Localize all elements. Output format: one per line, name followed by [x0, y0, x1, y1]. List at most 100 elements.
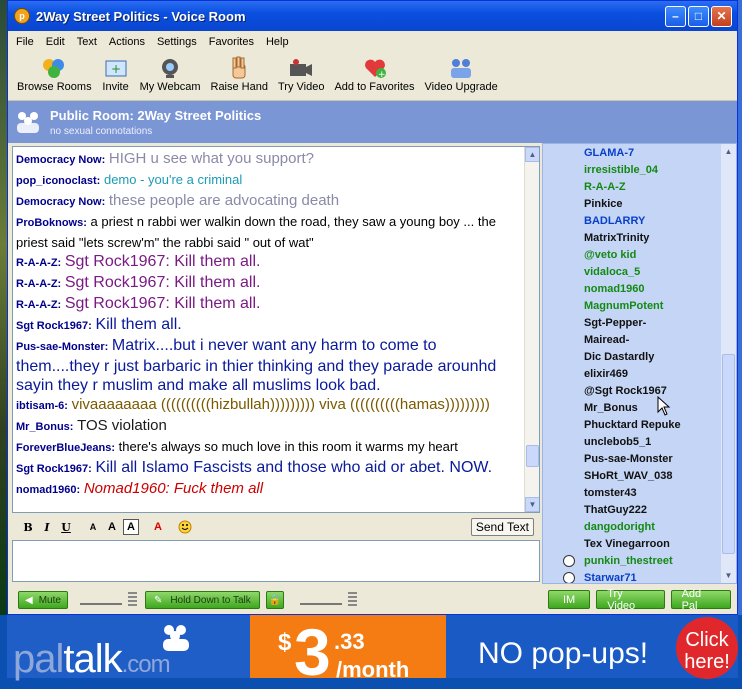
user-name: irresistible_04 — [584, 164, 658, 176]
user-list-item[interactable]: nomad1960 — [543, 281, 721, 298]
chat-message-nick[interactable]: pop_iconoclast: — [16, 175, 100, 187]
user-list-item[interactable]: Tex Vinegarroon — [543, 536, 721, 553]
user-list-item[interactable]: elixir469 — [543, 366, 721, 383]
user-list-item[interactable]: Dic Dastardly — [543, 349, 721, 366]
chat-message-nick[interactable]: ProBoknows: — [16, 217, 87, 229]
user-list-item[interactable]: R-A-A-Z — [543, 179, 721, 196]
hold-to-talk-button[interactable]: ✎ Hold Down to Talk — [144, 591, 260, 609]
user-list-item[interactable]: Mr_Bonus — [543, 400, 721, 417]
text-color-button[interactable]: A — [150, 519, 166, 535]
user-list-scrollbar[interactable]: ▲ ▼ — [721, 144, 736, 583]
send-text-button[interactable]: Send Text — [470, 518, 534, 536]
chat-message: Democracy Now: these people are advocati… — [16, 191, 522, 212]
menu-favorites[interactable]: Favorites — [203, 34, 260, 50]
user-list-item[interactable]: dangodoright — [543, 519, 721, 536]
menu-text[interactable]: Text — [71, 34, 103, 50]
my-webcam-button[interactable]: My Webcam — [135, 53, 206, 93]
window-title: 2Way Street Politics - Voice Room — [36, 8, 246, 24]
chat-message-nick[interactable]: nomad1960: — [16, 484, 80, 496]
invite-button[interactable]: + Invite — [97, 53, 135, 93]
chat-message-nick[interactable]: R-A-A-Z: — [16, 278, 61, 290]
minimize-button[interactable]: – — [665, 5, 686, 27]
speaker-volume-slider[interactable] — [79, 595, 122, 605]
user-list-item[interactable]: @Sgt Rock1967 — [543, 383, 721, 400]
chat-scrollbar[interactable]: ▲ ▼ — [524, 147, 539, 512]
menu-actions[interactable]: Actions — [103, 34, 151, 50]
talk-lock-button[interactable]: 🔒 — [265, 591, 284, 609]
user-list-item[interactable]: MagnumPotent — [543, 298, 721, 315]
svg-text:+: + — [111, 62, 121, 76]
chat-message-nick[interactable]: ForeverBlueJeans: — [16, 442, 115, 454]
user-list-item[interactable]: GLAMA-7 — [543, 145, 721, 162]
user-list-item[interactable]: tomster43 — [543, 485, 721, 502]
chat-message-nick[interactable]: R-A-A-Z: — [16, 299, 61, 311]
chat-message-nick[interactable]: R-A-A-Z: — [16, 257, 61, 269]
menu-help[interactable]: Help — [260, 34, 295, 50]
user-list-item[interactable]: punkin_thestreet — [543, 553, 721, 570]
user-list-item[interactable]: unclebob5_1 — [543, 434, 721, 451]
user-list-item[interactable]: irresistible_04 — [543, 162, 721, 179]
chat-message-nick[interactable]: Democracy Now: — [16, 196, 105, 208]
click-here-button[interactable]: Click here! — [676, 617, 738, 679]
user-scroll-thumb[interactable] — [722, 354, 735, 554]
user-scroll-down-button[interactable]: ▼ — [721, 568, 736, 583]
italic-button[interactable]: I — [39, 519, 55, 535]
user-list-item[interactable]: Phucktard Repuke — [543, 417, 721, 434]
menu-file[interactable]: File — [10, 34, 40, 50]
chat-message-nick[interactable]: ibtisam-6: — [16, 400, 68, 412]
user-list-item[interactable]: Pus-sae-Monster — [543, 451, 721, 468]
user-list-item[interactable]: @veto kid — [543, 247, 721, 264]
title-bar[interactable]: p 2Way Street Politics - Voice Room – □ … — [8, 1, 737, 31]
video-upgrade-button[interactable]: Video Upgrade — [420, 53, 503, 93]
chat-scroll-down-button[interactable]: ▼ — [525, 497, 539, 512]
chat-message-nick[interactable]: Democracy Now: — [16, 154, 105, 166]
underline-button[interactable]: U — [58, 519, 74, 535]
user-name: Starwar71 — [584, 572, 637, 584]
menu-settings[interactable]: Settings — [151, 34, 203, 50]
raise-hand-label: Raise Hand — [210, 81, 268, 93]
user-scroll-up-button[interactable]: ▲ — [721, 144, 736, 159]
user-list-item[interactable]: ThatGuy222 — [543, 502, 721, 519]
chat-message-nick[interactable]: Sgt Rock1967: — [16, 463, 92, 475]
chat-message-nick[interactable]: Sgt Rock1967: — [16, 320, 92, 332]
chat-scroll-thumb[interactable] — [526, 445, 539, 467]
menu-edit[interactable]: Edit — [40, 34, 71, 50]
font-smaller-button[interactable]: A — [85, 519, 101, 535]
im-button[interactable]: IM — [548, 590, 591, 609]
font-larger-button[interactable]: A — [104, 519, 120, 535]
user-list-item[interactable]: Starwar71 — [543, 570, 721, 584]
speaker-level-meter — [127, 592, 137, 608]
font-style-button[interactable]: A — [123, 519, 139, 535]
chat-message-nick[interactable]: Mr_Bonus: — [16, 421, 73, 433]
try-video-button[interactable]: Try Video — [273, 53, 329, 93]
user-list-item[interactable]: MatrixTrinity — [543, 230, 721, 247]
add-to-favorites-button[interactable]: + Add to Favorites — [329, 53, 419, 93]
close-button[interactable]: ✕ — [711, 5, 732, 27]
emoticon-icon[interactable] — [177, 519, 193, 535]
chat-message: Mr_Bonus: TOS violation — [16, 416, 522, 437]
try-video-user-button[interactable]: Try Video — [596, 588, 665, 612]
raise-hand-button[interactable]: Raise Hand — [206, 53, 273, 93]
user-list-item[interactable]: vidaloca_5 — [543, 264, 721, 281]
user-name: Mr_Bonus — [584, 402, 638, 414]
user-list-item[interactable]: SHoRt_WAV_038 — [543, 468, 721, 485]
user-name: R-A-A-Z — [584, 181, 626, 193]
user-list-item[interactable]: BADLARRY — [543, 213, 721, 230]
main-area: Democracy Now: HIGH u see what you suppo… — [8, 143, 737, 614]
user-list-item[interactable]: Pinkice — [543, 196, 721, 213]
chat-scroll-up-button[interactable]: ▲ — [525, 147, 539, 162]
bold-button[interactable]: B — [20, 519, 36, 535]
message-input[interactable] — [12, 540, 540, 582]
chat-message-nick[interactable]: Pus-sae-Monster: — [16, 341, 108, 353]
mic-volume-slider[interactable] — [299, 595, 342, 605]
browse-rooms-button[interactable]: Browse Rooms — [12, 53, 97, 93]
maximize-button[interactable]: □ — [688, 5, 709, 27]
user-list-item[interactable]: Sgt-Pepper- — [543, 315, 721, 332]
webcam-icon — [156, 55, 184, 81]
advertisement-banner[interactable]: paltalk.com $ 3 .33 /month NO pop-ups! C… — [7, 615, 738, 685]
user-list-item[interactable]: Mairead- — [543, 332, 721, 349]
mute-button[interactable]: ◀ Mute — [18, 591, 68, 609]
add-pal-button[interactable]: Add Pal — [670, 588, 731, 612]
mute-label: Mute — [38, 594, 61, 606]
paltalk-app-icon[interactable]: p — [14, 8, 30, 24]
